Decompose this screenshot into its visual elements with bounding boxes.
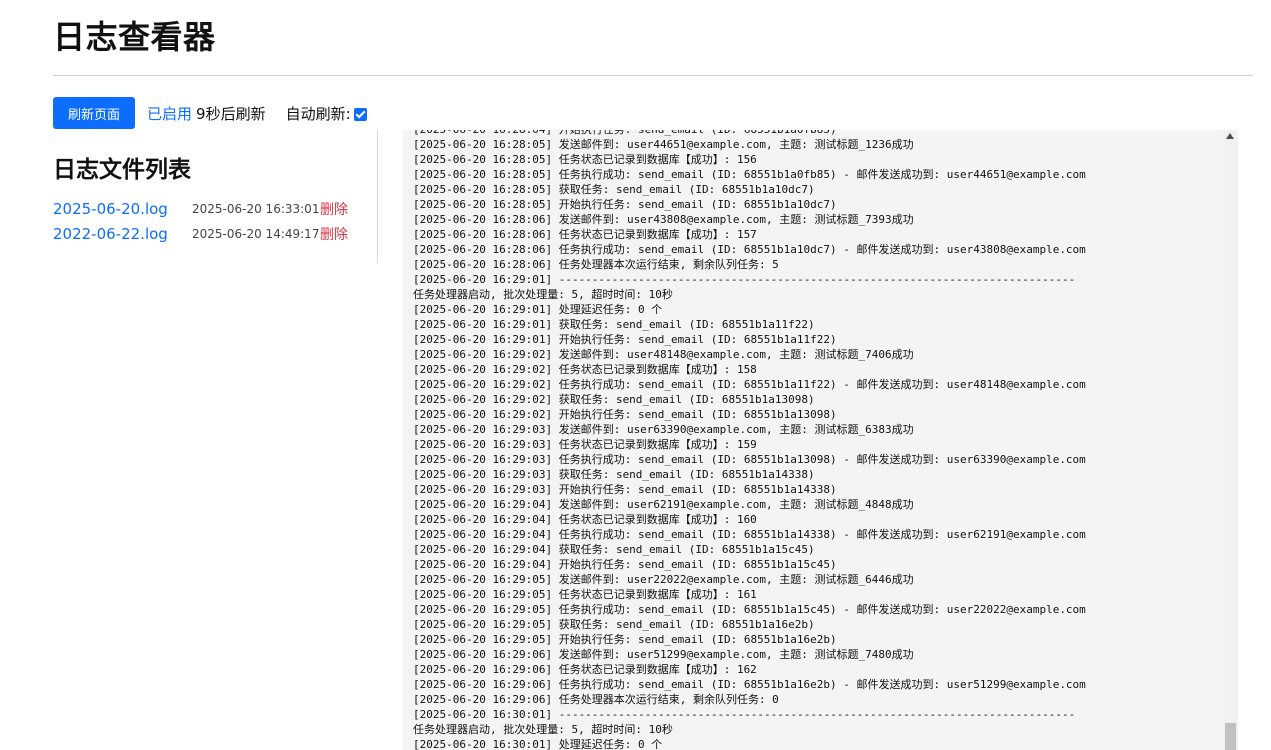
log-file-modified-time: 2025-06-20 16:33:01 (192, 201, 320, 216)
log-line: [2025-06-20 16:28:05] 发送邮件到: user44651@e… (413, 138, 914, 151)
log-line: [2025-06-20 16:28:06] 任务处理器本次运行结束, 剩余队列任… (413, 258, 779, 271)
page-title: 日志查看器 (53, 18, 216, 56)
log-line: [2025-06-20 16:28:06] 任务执行成功: send_email… (413, 243, 1086, 256)
log-line: [2025-06-20 16:30:01] 处理延迟任务: 0 个 (413, 738, 663, 750)
log-line: [2025-06-20 16:29:02] 任务状态已记录到数据库【成功】: 1… (413, 363, 757, 376)
delete-log-file-button[interactable]: 删除 (320, 224, 348, 244)
log-content-panel[interactable]: [2025-06-20 16:28:04] 开始执行任务: send_email… (403, 130, 1238, 750)
log-line: [2025-06-20 16:29:03] 任务执行成功: send_email… (413, 453, 1086, 466)
log-line: [2025-06-20 16:29:01] 获取任务: send_email (… (413, 318, 815, 331)
log-line: [2025-06-20 16:29:05] 获取任务: send_email (… (413, 618, 815, 631)
log-line: [2025-06-20 16:28:05] 获取任务: send_email (… (413, 183, 815, 196)
log-line: [2025-06-20 16:28:06] 任务状态已记录到数据库【成功】: 1… (413, 228, 757, 241)
log-line: [2025-06-20 16:29:06] 任务执行成功: send_email… (413, 678, 1086, 691)
toolbar: 刷新页面 已启用 9秒后刷新 自动刷新: (53, 97, 367, 129)
log-line: [2025-06-20 16:29:06] 任务状态已记录到数据库【成功】: 1… (413, 663, 757, 676)
log-line: [2025-06-20 16:29:04] 开始执行任务: send_email… (413, 558, 837, 571)
log-line: [2025-06-20 16:28:05] 任务状态已记录到数据库【成功】: 1… (413, 153, 757, 166)
log-line: [2025-06-20 16:29:02] 开始执行任务: send_email… (413, 408, 837, 421)
log-line: [2025-06-20 16:29:05] 开始执行任务: send_email… (413, 633, 837, 646)
log-line: [2025-06-20 16:28:05] 任务执行成功: send_email… (413, 168, 1086, 181)
log-line: [2025-06-20 16:29:01] 处理延迟任务: 0 个 (413, 303, 663, 316)
log-line: [2025-06-20 16:29:04] 获取任务: send_email (… (413, 543, 815, 556)
sidebar-title: 日志文件列表 (53, 157, 191, 183)
auto-refresh-status: 已启用 (147, 104, 193, 123)
log-line: [2025-06-20 16:29:04] 发送邮件到: user62191@e… (413, 498, 914, 511)
log-line: [2025-06-20 16:29:05] 发送邮件到: user22022@e… (413, 573, 914, 586)
log-line: [2025-06-20 16:29:04] 任务执行成功: send_email… (413, 528, 1086, 541)
refresh-page-button[interactable]: 刷新页面 (53, 97, 136, 129)
log-line: [2025-06-20 16:28:04] 开始执行任务: send_email… (413, 130, 837, 136)
log-file-sidebar: 日志文件列表 2025-06-20.log 2025-06-20 16:33:0… (53, 130, 378, 263)
refresh-countdown: 9秒后刷新 (196, 104, 266, 123)
log-line: [2025-06-20 16:29:03] 获取任务: send_email (… (413, 468, 815, 481)
log-line: [2025-06-20 16:29:03] 发送邮件到: user63390@e… (413, 423, 914, 436)
log-file-link[interactable]: 2025-06-20.log (53, 200, 192, 218)
log-file-row: 2025-06-20.log 2025-06-20 16:33:01 删除 (53, 196, 377, 221)
log-line: [2025-06-20 16:29:01] 开始执行任务: send_email… (413, 333, 837, 346)
log-line: 任务处理器启动, 批次处理量: 5, 超时时间: 10秒 (413, 723, 673, 736)
log-line: 任务处理器启动, 批次处理量: 5, 超时时间: 10秒 (413, 288, 673, 301)
log-line: [2025-06-20 16:28:06] 发送邮件到: user43808@e… (413, 213, 914, 226)
delete-log-file-button[interactable]: 删除 (320, 199, 348, 219)
log-line: [2025-06-20 16:28:05] 开始执行任务: send_email… (413, 198, 837, 211)
log-line: [2025-06-20 16:29:02] 发送邮件到: user48148@e… (413, 348, 914, 361)
auto-refresh-checkbox[interactable] (353, 107, 367, 121)
auto-refresh-label: 自动刷新: (285, 104, 351, 123)
scroll-thumb[interactable] (1225, 723, 1236, 750)
log-line: [2025-06-20 16:29:02] 获取任务: send_email (… (413, 393, 815, 406)
log-file-modified-time: 2025-06-20 14:49:17 (192, 226, 320, 241)
log-line: [2025-06-20 16:29:05] 任务执行成功: send_email… (413, 603, 1086, 616)
log-line: [2025-06-20 16:29:06] 发送邮件到: user51299@e… (413, 648, 914, 661)
scroll-up-arrow-icon[interactable] (1226, 133, 1234, 139)
header-divider (53, 75, 1253, 76)
log-line: [2025-06-20 16:29:03] 任务状态已记录到数据库【成功】: 1… (413, 438, 757, 451)
log-line: [2025-06-20 16:29:01] ------------------… (413, 273, 1076, 286)
log-scrollbar[interactable] (1223, 130, 1238, 750)
log-file-link[interactable]: 2022-06-22.log (53, 225, 192, 243)
log-line: [2025-06-20 16:29:05] 任务状态已记录到数据库【成功】: 1… (413, 588, 757, 601)
log-file-row: 2022-06-22.log 2025-06-20 14:49:17 删除 (53, 221, 377, 246)
log-line: [2025-06-20 16:29:03] 开始执行任务: send_email… (413, 483, 837, 496)
log-content: [2025-06-20 16:28:04] 开始执行任务: send_email… (413, 130, 1086, 750)
log-line: [2025-06-20 16:30:01] ------------------… (413, 708, 1076, 721)
log-line: [2025-06-20 16:29:02] 任务执行成功: send_email… (413, 378, 1086, 391)
log-line: [2025-06-20 16:29:04] 任务状态已记录到数据库【成功】: 1… (413, 513, 757, 526)
log-line: [2025-06-20 16:29:06] 任务处理器本次运行结束, 剩余队列任… (413, 693, 779, 706)
